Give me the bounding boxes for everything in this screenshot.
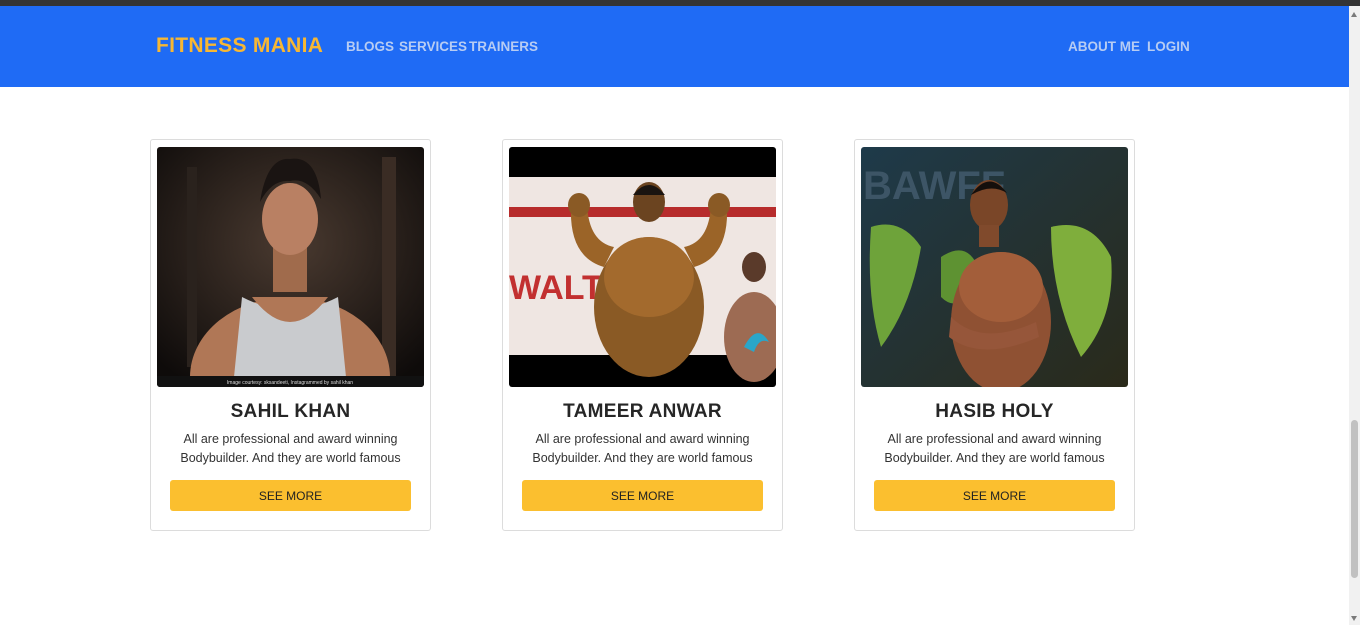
- trainer-photo-illustration: WALTON: [509, 147, 776, 387]
- nav-link-login[interactable]: LOGIN: [1147, 39, 1190, 54]
- image-caption: Image courtesy: sksandeeti, Instagrammed…: [227, 380, 353, 386]
- trainer-name: SAHIL KHAN: [230, 401, 351, 422]
- trainer-photo: BAWFF: [861, 147, 1128, 387]
- trainer-card-sahil-khan: Image courtesy: sksandeeti, Instagrammed…: [150, 139, 431, 531]
- trainer-description: All are professional and award winning B…: [884, 432, 1105, 465]
- scroll-down-arrow-icon[interactable]: [1351, 616, 1357, 621]
- nav-link-trainers[interactable]: TRAINERS: [469, 39, 538, 54]
- trainer-description: All are professional and award winning B…: [180, 432, 401, 465]
- trainer-card-hasib-holy: BAWFF HASIB HOLY All are professional an…: [854, 139, 1135, 531]
- see-more-button[interactable]: SEE MORE: [170, 480, 411, 511]
- brand-logo[interactable]: FITNESS MANIA: [156, 34, 323, 58]
- trainer-photo: WALTON: [509, 147, 776, 387]
- navbar: FITNESS MANIA BLOGS SERVICES TRAINERS AB…: [0, 6, 1349, 87]
- see-more-button[interactable]: SEE MORE: [874, 480, 1115, 511]
- nav-link-about-me[interactable]: ABOUT ME: [1068, 39, 1140, 54]
- trainer-photo-illustration: BAWFF: [861, 147, 1128, 387]
- trainer-description: All are professional and award winning B…: [532, 432, 753, 465]
- nav-link-services[interactable]: SERVICES: [399, 39, 467, 54]
- trainer-card-tameer-anwar: WALTON TAMEER ANWAR All are professional…: [502, 139, 783, 531]
- trainer-name: TAMEER ANWAR: [563, 401, 722, 422]
- trainer-photo-illustration: Image courtesy: sksandeeti, Instagrammed…: [157, 147, 424, 387]
- see-more-button[interactable]: SEE MORE: [522, 480, 763, 511]
- trainer-photo: Image courtesy: sksandeeti, Instagrammed…: [157, 147, 424, 387]
- scroll-up-arrow-icon[interactable]: [1351, 12, 1357, 17]
- scrollbar-thumb[interactable]: [1351, 420, 1358, 578]
- page-scrollbar[interactable]: [1349, 6, 1360, 625]
- trainer-name: HASIB HOLY: [935, 401, 1054, 422]
- nav-link-blogs[interactable]: BLOGS: [346, 39, 394, 54]
